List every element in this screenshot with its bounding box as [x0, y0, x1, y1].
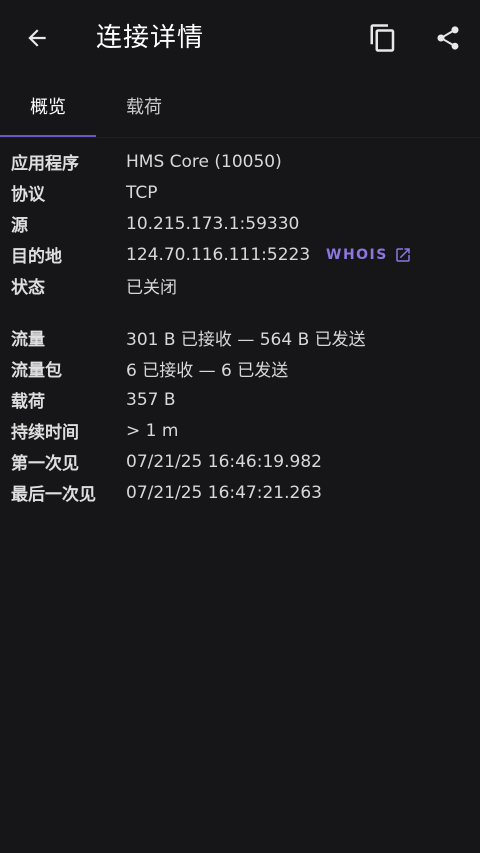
- copy-icon: [370, 24, 395, 52]
- status-value: 已关闭: [126, 278, 177, 298]
- detail-row-protocol: 协议 TCP: [0, 177, 480, 208]
- detail-row-duration: 持续时间 > 1 m: [0, 415, 480, 446]
- whois-label: WHOIS: [326, 246, 388, 263]
- overview-details: 应用程序 HMS Core (10050) 协议 TCP 源 10.215.17…: [0, 146, 480, 508]
- tab-payload[interactable]: 载荷: [96, 76, 192, 136]
- payload-label: 载荷: [11, 392, 45, 412]
- first-seen-value: 07/21/25 16:46:19.982: [126, 451, 322, 472]
- arrow-left-icon: [28, 29, 46, 47]
- duration-value: > 1 m: [126, 420, 179, 441]
- detail-row-first-seen: 第一次见 07/21/25 16:46:19.982: [0, 446, 480, 477]
- detail-row-status: 状态 已关闭: [0, 270, 480, 301]
- share-icon: [437, 26, 459, 50]
- destination-label: 目的地: [11, 247, 62, 267]
- traffic-value: 301 B 已接收 — 564 B 已发送: [126, 330, 366, 350]
- last-seen-value: 07/21/25 16:47:21.263: [126, 482, 322, 503]
- app-label: 应用程序: [11, 154, 79, 174]
- tab-bar: 概览 载荷: [0, 76, 480, 138]
- destination-value: 124.70.116.111:5223: [126, 244, 311, 265]
- external-link-icon: [394, 246, 412, 264]
- source-label: 源: [11, 216, 28, 236]
- tabs-divider: [0, 137, 480, 138]
- protocol-label: 协议: [11, 185, 45, 205]
- share-button[interactable]: [424, 14, 472, 62]
- app-value: HMS Core (10050): [126, 151, 282, 172]
- detail-row-app: 应用程序 HMS Core (10050): [0, 146, 480, 177]
- protocol-value: TCP: [126, 182, 158, 203]
- packets-value: 6 已接收 — 6 已发送: [126, 361, 289, 381]
- status-label: 状态: [11, 278, 45, 298]
- duration-label: 持续时间: [11, 423, 79, 443]
- detail-row-source: 源 10.215.173.1:59330: [0, 208, 480, 239]
- first-seen-label: 第一次见: [11, 454, 79, 474]
- last-seen-label: 最后一次见: [11, 485, 96, 505]
- page-title: 连接详情: [96, 23, 205, 53]
- packets-label: 流量包: [11, 361, 62, 381]
- detail-row-last-seen: 最后一次见 07/21/25 16:47:21.263: [0, 477, 480, 508]
- payload-value: 357 B: [126, 389, 176, 410]
- source-value: 10.215.173.1:59330: [126, 213, 300, 234]
- whois-link[interactable]: WHOIS: [326, 246, 412, 264]
- traffic-label: 流量: [11, 330, 45, 350]
- tab-overview[interactable]: 概览: [0, 76, 96, 136]
- detail-row-payload: 载荷 357 B: [0, 384, 480, 415]
- detail-row-traffic: 流量 301 B 已接收 — 564 B 已发送: [0, 322, 480, 353]
- back-button[interactable]: [13, 14, 61, 62]
- app-bar: 连接详情: [0, 0, 480, 76]
- detail-row-destination: 目的地 124.70.116.111:5223 WHOIS: [0, 239, 480, 270]
- copy-button[interactable]: [359, 14, 407, 62]
- detail-row-packets: 流量包 6 已接收 — 6 已发送: [0, 353, 480, 384]
